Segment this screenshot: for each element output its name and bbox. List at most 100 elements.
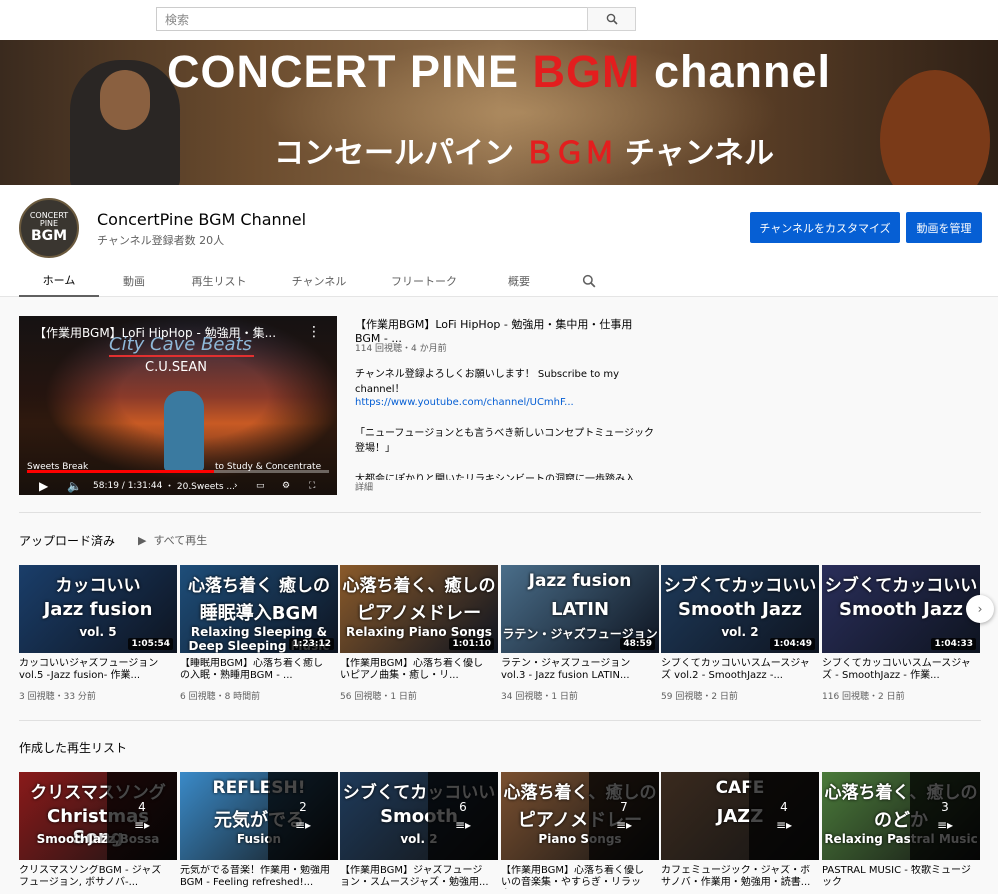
playlist-count: 2 [299, 800, 307, 814]
section-divider [19, 720, 981, 721]
video-thumbnail[interactable]: シブくてカッコいい Smooth Jazz 1:04:33 [822, 565, 980, 653]
thumbnail-text: シブくてカッコいい [824, 576, 978, 596]
more-vert-icon[interactable]: ⋮ [307, 324, 321, 340]
customize-channel-button[interactable]: チャンネルをカスタマイズ [750, 212, 900, 243]
manage-videos-button[interactable]: 動画を管理 [906, 212, 982, 243]
duration-badge: 1:23:12 [289, 638, 334, 650]
playlist-title[interactable]: カフェミュージック・ジャズ・ボサノバ・作業用・勉強用・読書... [661, 865, 811, 889]
video-logo-text: City Cave Beats [109, 334, 252, 355]
thumbnail-text: 心落ち着く、癒しの [342, 576, 496, 596]
chapter-title[interactable]: ・ 20.Sweets ... [165, 479, 237, 492]
featured-video-player[interactable]: 【作業用BGM】LoFi HipHop - 勉強用・集... ⋮ City Ca… [19, 316, 337, 495]
avatar[interactable]: CONCERT PINE BGM [19, 198, 79, 258]
playlist-thumbnail[interactable]: 心落ち着く、癒しの のどか Relaxing Pastral Music 3 ≡▸ [822, 772, 980, 860]
playlist-title[interactable]: 【作業用BGM】ジャズフュージョン・スムースジャズ・勉強用... [340, 865, 490, 889]
playlist-thumbnail[interactable]: 心落ち着く、癒しの ピアノメドレー Piano Songs 7 ≡▸ [501, 772, 659, 860]
playlist-title[interactable]: 元気がでる音楽！作業用・勉強用BGM - Feeling refreshed!.… [180, 865, 330, 889]
search-button[interactable] [587, 7, 636, 31]
thumbnail-text: 心落ち着く 癒しの [188, 576, 330, 596]
banner-title-part: CONCERT PINE [166, 46, 533, 97]
play-all-button[interactable]: ▶ すべて再生 [138, 532, 207, 548]
video-thumbnail[interactable]: 心落ち着く、癒しの ピアノメドレー Relaxing Piano Songs 1:01… [340, 565, 498, 653]
settings-icon[interactable]: ⚙ [282, 481, 290, 491]
top-bar: 検索 [0, 0, 998, 40]
thumbnail-text: vol. 5 [79, 625, 117, 639]
tab-home[interactable]: ホーム [19, 265, 99, 297]
video-title[interactable]: カッコいいジャズフュージョン vol.5 -Jazz fusion- 作業... [19, 658, 169, 682]
playlist-count: 4 [138, 800, 146, 814]
video-meta: 6 回視聴・8 時間前 [180, 692, 261, 702]
banner-subtitle: コンセールパイン ＢＧＭ チャンネル [0, 128, 998, 172]
thumbnail-text: Relaxing Piano Songs [346, 625, 492, 639]
video-title[interactable]: 【睡眠用BGM】心落ち着く癒しの入眠・熟睡用BGM - ... [180, 658, 330, 682]
playlist-thumbnail[interactable]: CAFE JAZZ 4 ≡▸ [661, 772, 819, 860]
video-title[interactable]: ラテン・ジャズフュージョン vol.3 - Jazz fusion LATIN.… [501, 658, 651, 682]
video-title[interactable]: シブくてカッコいいスムースジャズ vol.2 - SmoothJazz -... [661, 658, 811, 682]
playlist-count-overlay: 7 ≡▸ [589, 772, 659, 860]
tab-free-talk[interactable]: フリートーク [369, 265, 479, 297]
chevron-right-icon[interactable]: › [966, 595, 994, 623]
video-title[interactable]: 【作業用BGM】心落ち着く優しいピアノ曲集・癒し・リ... [340, 658, 490, 682]
chevron-right-icon[interactable]: › [234, 481, 238, 491]
playlist-title[interactable]: PASTRAL MUSIC - 牧歌ミュージック [822, 865, 972, 889]
subscriber-count: チャンネル登録者数 20人 [97, 234, 225, 247]
playlist-thumbnail[interactable]: クリスマスソング Christmas Song SmoothJazz,Bossa 4 ≡… [19, 772, 177, 860]
banner-subtitle-part: チャンネル [614, 136, 774, 171]
search-input[interactable]: 検索 [156, 7, 588, 31]
banner-title-accent: BGM [532, 46, 641, 97]
thumbnail-text: Smooth Jazz [678, 599, 802, 620]
playlist-count-overlay: 4 ≡▸ [107, 772, 177, 860]
show-more-link[interactable]: 詳細 [355, 480, 655, 493]
uploads-section-title[interactable]: アップロード済み [19, 532, 115, 549]
playlist-icon: ≡▸ [775, 818, 793, 832]
thumbnail-text: Jazz fusion [43, 599, 153, 620]
playlist-count-overlay: 3 ≡▸ [910, 772, 980, 860]
channel-tabs: ホーム 動画 再生リスト チャンネル フリートーク 概要 [19, 265, 619, 297]
featured-description: チャンネル登録よろしくお願いします！ Subscribe to my chann… [355, 369, 620, 395]
tab-about[interactable]: 概要 [479, 265, 559, 297]
video-thumbnail[interactable]: 心落ち着く 癒しの 睡眠導入BGM Relaxing Sleeping & Deep… [180, 565, 338, 653]
video-title[interactable]: シブくてカッコいいスムースジャズ - SmoothJazz - 作業... [822, 658, 972, 682]
duration-badge: 1:05:54 [128, 638, 173, 650]
play-icon[interactable]: ▶ [39, 479, 48, 493]
tab-channels[interactable]: チャンネル [269, 265, 369, 297]
featured-description: 大都会にぽかりと開いたリラキシンビートの洞窟に一歩踏み入 [355, 474, 635, 480]
fullscreen-icon[interactable]: ⛶ [309, 481, 315, 491]
playlists-section-title[interactable]: 作成した再生リスト [19, 739, 127, 756]
video-figure [164, 391, 204, 471]
playlist-count: 7 [620, 800, 628, 814]
play-icon: ▶ [138, 534, 154, 547]
thumbnail-text: カッコいい [55, 576, 141, 596]
banner-subtitle-accent: ＢＧＭ [524, 136, 615, 171]
banner-title-part: channel [640, 46, 832, 97]
channel-link[interactable]: https://www.youtube.com/channel/UCmhF... [355, 397, 655, 408]
channel-banner: CONCERT PINE BGM channel コンセールパイン ＢＧＭ チャ… [0, 40, 998, 185]
channel-header: CONCERT PINE BGM ConcertPine BGM Channel… [0, 185, 998, 297]
play-all-label: すべて再生 [153, 534, 208, 547]
thumbnail-text: シブくてカッコいい [663, 576, 817, 596]
playlist-icon: ≡▸ [454, 818, 472, 832]
video-thumbnail[interactable]: シブくてカッコいい Smooth Jazz vol. 2 1:04:49 [661, 565, 819, 653]
avatar-text: BGM [30, 228, 68, 245]
playlist-title[interactable]: クリスマスソングBGM - ジャズフュージョン, ボサノバ-... [19, 865, 169, 889]
subtitles-icon[interactable]: ▭ [256, 481, 265, 491]
playlist-thumbnail[interactable]: REFLESH! 元気がでる Fusion 2 ≡▸ [180, 772, 338, 860]
playlist-count-overlay: 4 ≡▸ [749, 772, 819, 860]
tab-search[interactable] [559, 265, 619, 297]
playlist-title[interactable]: 【作業用BGM】心落ち着く優しいの音楽集・やすらぎ・リラック... [501, 865, 651, 889]
progress-bar[interactable] [27, 470, 329, 473]
thumbnail-text: 睡眠導入BGM [199, 603, 319, 624]
duration-badge: 1:04:33 [931, 638, 976, 650]
playlist-icon: ≡▸ [294, 818, 312, 832]
playlist-count: 6 [459, 800, 467, 814]
channel-name: ConcertPine BGM Channel [97, 210, 307, 229]
tab-videos[interactable]: 動画 [99, 265, 169, 297]
volume-icon[interactable]: 🔈 [67, 479, 82, 493]
time-display: 58:19 / 1:31:44 [93, 480, 163, 491]
video-thumbnail[interactable]: カッコいい Jazz fusion vol. 5 1:05:54 [19, 565, 177, 653]
video-meta: 56 回視聴・1 日前 [340, 692, 417, 702]
playlist-thumbnail[interactable]: シブくてカッコいい Smooth vol. 2 6 ≡▸ [340, 772, 498, 860]
tab-playlists[interactable]: 再生リスト [169, 265, 269, 297]
playlist-icon: ≡▸ [615, 818, 633, 832]
video-thumbnail[interactable]: Jazz fusion LATIN ラテン・ジャズフュージョン 48:59 [501, 565, 659, 653]
